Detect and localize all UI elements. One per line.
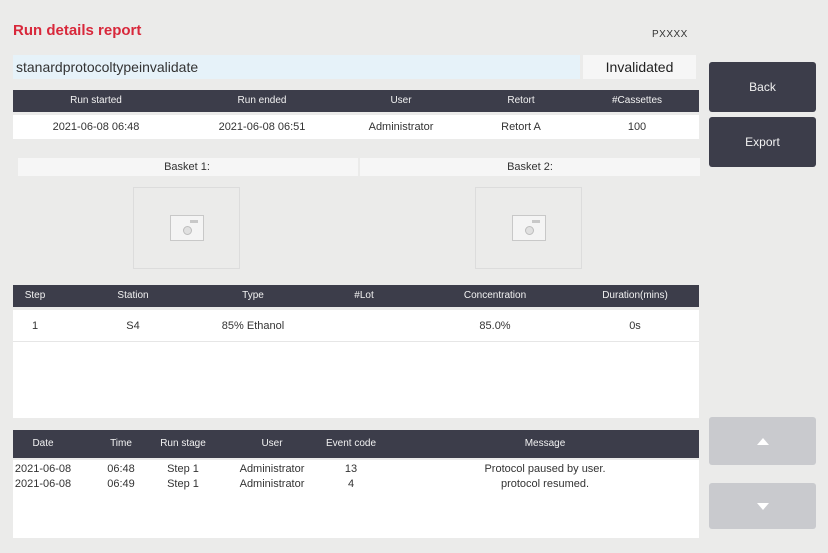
column-header-time: Time — [110, 438, 132, 449]
column-header-cassettes: #Cassettes — [611, 95, 663, 106]
duration-cell: 0s — [629, 320, 641, 332]
table-row[interactable]: 2021-06-08 06:49 Step 1 Administrator 4 … — [13, 477, 699, 491]
steps-table-header: Step Station Type #Lot Concentration Dur… — [13, 285, 699, 307]
scroll-down-button[interactable] — [709, 483, 816, 529]
column-header-station: Station — [117, 290, 149, 301]
date-cell: 2021-06-08 — [14, 463, 72, 475]
events-table-header: Date Time Run stage User Event code Mess… — [13, 430, 699, 458]
cassettes-cell: 100 — [627, 121, 647, 133]
column-header-concentration: Concentration — [463, 290, 527, 301]
run-table-header: Run started Run ended User Retort #Casse… — [13, 90, 699, 112]
user-cell: Administrator — [239, 478, 305, 490]
date-cell: 2021-06-08 — [14, 478, 72, 490]
message-cell: protocol resumed. — [500, 478, 590, 490]
column-header-run-stage: Run stage — [160, 438, 206, 449]
table-row[interactable]: 1 S4 85% Ethanol 85.0% 0s — [13, 310, 699, 342]
protocol-name: stanardprotocoltypeinvalidate — [13, 55, 580, 79]
basket-1-image[interactable] — [133, 187, 240, 269]
basket-2-label-bar: Basket 2: — [360, 158, 700, 176]
chevron-up-icon — [756, 437, 769, 445]
column-header-event-code: Event code — [325, 438, 377, 449]
column-header-run-ended: Run ended — [237, 95, 287, 106]
station-cell: S4 — [126, 320, 140, 332]
column-header-date: Date — [32, 438, 54, 449]
basket-2-label: Basket 2: — [507, 161, 553, 173]
steps-table-body[interactable]: 1 S4 85% Ethanol 85.0% 0s — [13, 310, 699, 418]
scroll-up-button[interactable] — [709, 417, 816, 465]
column-header-user: User — [390, 95, 412, 106]
basket-2-image[interactable] — [475, 187, 582, 269]
type-cell: 85% Ethanol — [221, 320, 285, 332]
run-ended-cell: 2021-06-08 06:51 — [218, 121, 306, 133]
column-header-type: Type — [242, 290, 264, 301]
column-header-run-started: Run started — [70, 95, 122, 106]
camera-placeholder-icon — [170, 215, 204, 241]
column-header-lot: #Lot — [354, 290, 374, 301]
column-header-duration: Duration(mins) — [602, 290, 668, 301]
event-code-cell: 4 — [347, 478, 355, 490]
user-cell: Administrator — [368, 121, 434, 133]
column-header-retort: Retort — [507, 95, 535, 106]
column-header-message: Message — [524, 438, 566, 449]
time-cell: 06:49 — [107, 478, 135, 490]
user-cell: Administrator — [239, 463, 305, 475]
camera-placeholder-icon — [512, 215, 546, 241]
page-title: Run details report — [13, 22, 142, 39]
table-row: 2021-06-08 06:48 2021-06-08 06:51 Admini… — [13, 115, 699, 139]
retort-cell: Retort A — [501, 121, 541, 133]
chevron-down-icon — [756, 502, 769, 510]
step-cell: 1 — [31, 320, 39, 332]
run-stage-cell: Step 1 — [167, 478, 199, 490]
events-table-body[interactable]: 2021-06-08 06:48 Step 1 Administrator 13… — [13, 460, 699, 538]
status-badge: Invalidated — [583, 55, 696, 79]
basket-1-label: Basket 1: — [164, 161, 210, 173]
event-code-cell: 13 — [344, 463, 358, 475]
time-cell: 06:48 — [107, 463, 135, 475]
report-code: PXXXX — [652, 29, 688, 40]
run-started-cell: 2021-06-08 06:48 — [52, 121, 140, 133]
back-button[interactable]: Back — [709, 62, 816, 112]
column-header-user: User — [261, 438, 283, 449]
run-stage-cell: Step 1 — [167, 463, 199, 475]
basket-1-label-bar: Basket 1: — [18, 158, 358, 176]
column-header-step: Step — [24, 290, 46, 301]
message-cell: Protocol paused by user. — [484, 463, 606, 475]
table-row[interactable]: 2021-06-08 06:48 Step 1 Administrator 13… — [13, 462, 699, 476]
export-button[interactable]: Export — [709, 117, 816, 167]
concentration-cell: 85.0% — [479, 320, 511, 332]
